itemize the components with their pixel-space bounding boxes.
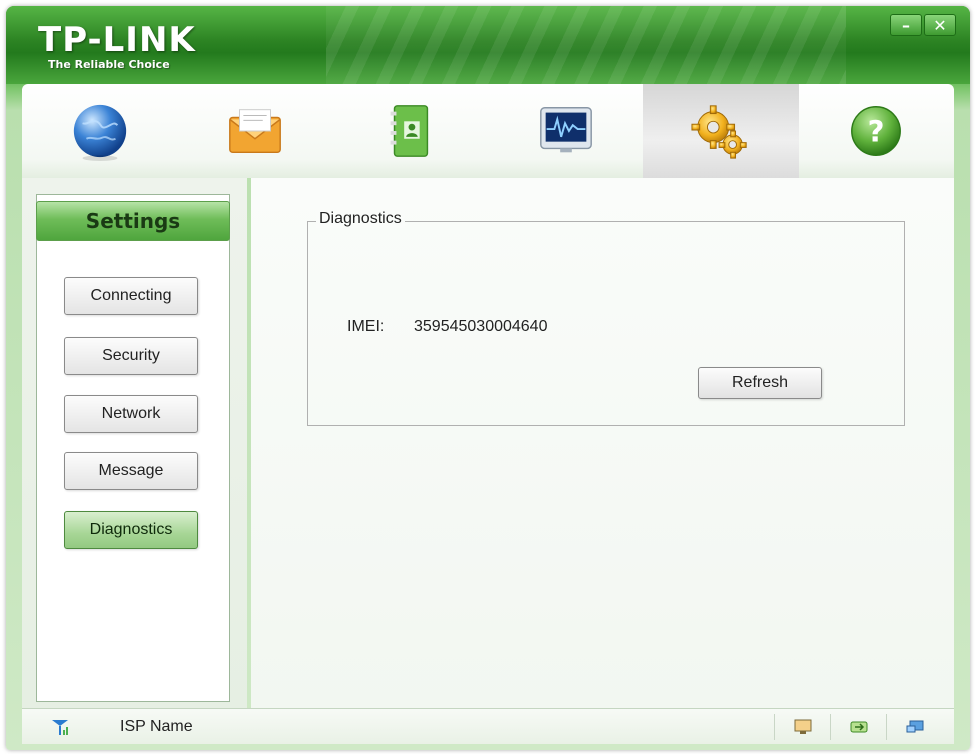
isp-name: ISP Name — [120, 718, 193, 735]
main-panel: Diagnostics IMEI: 359545030004640 Refres… — [251, 178, 954, 708]
brand-logo: TP-LINK — [38, 20, 196, 60]
envelope-icon — [229, 109, 281, 154]
status-icons — [774, 714, 942, 740]
imei-label: IMEI: — [347, 318, 385, 335]
signal-icon — [52, 720, 68, 735]
diagnostics-groupbox: Diagnostics IMEI: 359545030004640 Refres… — [307, 210, 905, 426]
groupbox-legend: Diagnostics — [316, 210, 405, 228]
globe-icon — [73, 104, 126, 162]
nav-message-button[interactable]: Message — [64, 452, 198, 490]
toolbar-contacts[interactable] — [333, 84, 488, 178]
nav-security-button[interactable]: Security — [64, 337, 198, 375]
network-icon — [906, 720, 923, 733]
imei-value: 359545030004640 — [414, 318, 548, 335]
refresh-button[interactable]: Refresh — [698, 367, 822, 399]
sidebar-container: Settings Connecting Security Network Mes… — [22, 178, 247, 708]
nav-diagnostics-button[interactable]: Diagnostics — [64, 511, 198, 549]
address-book-icon — [390, 105, 429, 157]
main-toolbar: ? — [22, 84, 954, 178]
close-button[interactable]: ✕ — [924, 14, 956, 36]
monitor-icon — [539, 107, 592, 153]
toolbar-help[interactable]: ? — [799, 84, 954, 178]
connection-icon — [850, 721, 867, 733]
title-bar: TP-LINK The Reliable Choice – ✕ — [6, 6, 970, 84]
status-connection-button[interactable] — [830, 714, 886, 740]
svg-text:?: ? — [868, 115, 885, 149]
sidebar-title: Settings — [36, 201, 230, 241]
brand-tagline: The Reliable Choice — [48, 58, 170, 71]
nav-network-button[interactable]: Network — [64, 395, 198, 433]
sidebar: Settings Connecting Security Network Mes… — [36, 194, 230, 702]
minimize-button[interactable]: – — [890, 14, 922, 36]
nav-connecting-button[interactable]: Connecting — [64, 277, 198, 315]
toolbar-internet[interactable] — [22, 84, 177, 178]
status-monitor-button[interactable] — [774, 714, 830, 740]
monitor-status-icon — [794, 719, 811, 734]
app-window: TP-LINK The Reliable Choice – ✕ ? Settin… — [6, 6, 970, 750]
toolbar-messages[interactable] — [177, 84, 332, 178]
window-controls: – ✕ — [890, 14, 956, 36]
gears-icon — [691, 105, 747, 159]
help-icon: ? — [851, 106, 902, 156]
toolbar-statistics[interactable] — [488, 84, 643, 178]
status-network-button[interactable] — [886, 714, 942, 740]
toolbar-settings[interactable] — [643, 84, 799, 178]
status-bar: ISP Name — [22, 708, 954, 744]
